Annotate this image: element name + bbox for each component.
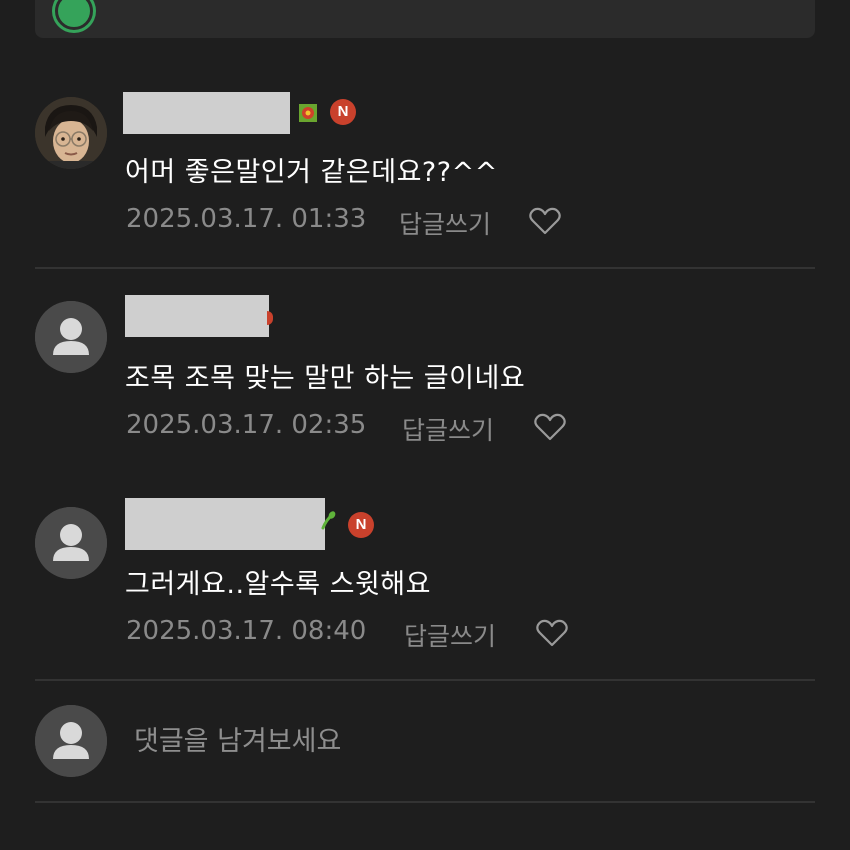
username-redacted[interactable] (125, 295, 269, 337)
comment-text: 조목 조목 맞는 말만 하는 글이네요 (125, 363, 526, 394)
divider (35, 267, 815, 269)
username-redacted[interactable] (123, 92, 290, 134)
top-banner[interactable] (35, 0, 815, 38)
heart-icon[interactable] (534, 413, 566, 441)
reply-button[interactable]: 답글쓰기 (404, 617, 496, 653)
comment-date: 2025.03.17. 01:33 (126, 204, 367, 234)
default-avatar-icon (35, 301, 107, 373)
username-redacted[interactable] (125, 498, 325, 550)
photo-avatar-icon (35, 97, 107, 169)
level-icon-partial (267, 311, 273, 325)
default-avatar-icon (35, 705, 107, 777)
user-avatar[interactable] (35, 507, 107, 579)
red-flower-icon (297, 102, 319, 128)
green-circle-icon (55, 0, 93, 30)
divider (35, 801, 815, 803)
default-avatar-icon (35, 507, 107, 579)
comment-text: 어머 좋은말인거 같은데요??^^ (125, 157, 498, 188)
new-badge: N (330, 99, 356, 125)
comment-date: 2025.03.17. 08:40 (126, 616, 367, 646)
divider (35, 679, 815, 681)
user-avatar[interactable] (35, 301, 107, 373)
new-badge: N (348, 512, 374, 538)
green-sprout-icon (320, 510, 336, 534)
reply-button[interactable]: 답글쓰기 (402, 411, 494, 447)
heart-icon[interactable] (536, 619, 568, 647)
heart-icon[interactable] (529, 207, 561, 235)
comment-date: 2025.03.17. 02:35 (126, 410, 367, 440)
comment-text: 그러게요..알수록 스윗해요 (125, 569, 431, 600)
reply-button[interactable]: 답글쓰기 (399, 205, 491, 241)
my-avatar (35, 705, 107, 777)
user-avatar[interactable] (35, 97, 107, 169)
comment-input-placeholder[interactable]: 댓글을 남겨보세요 (134, 719, 341, 758)
